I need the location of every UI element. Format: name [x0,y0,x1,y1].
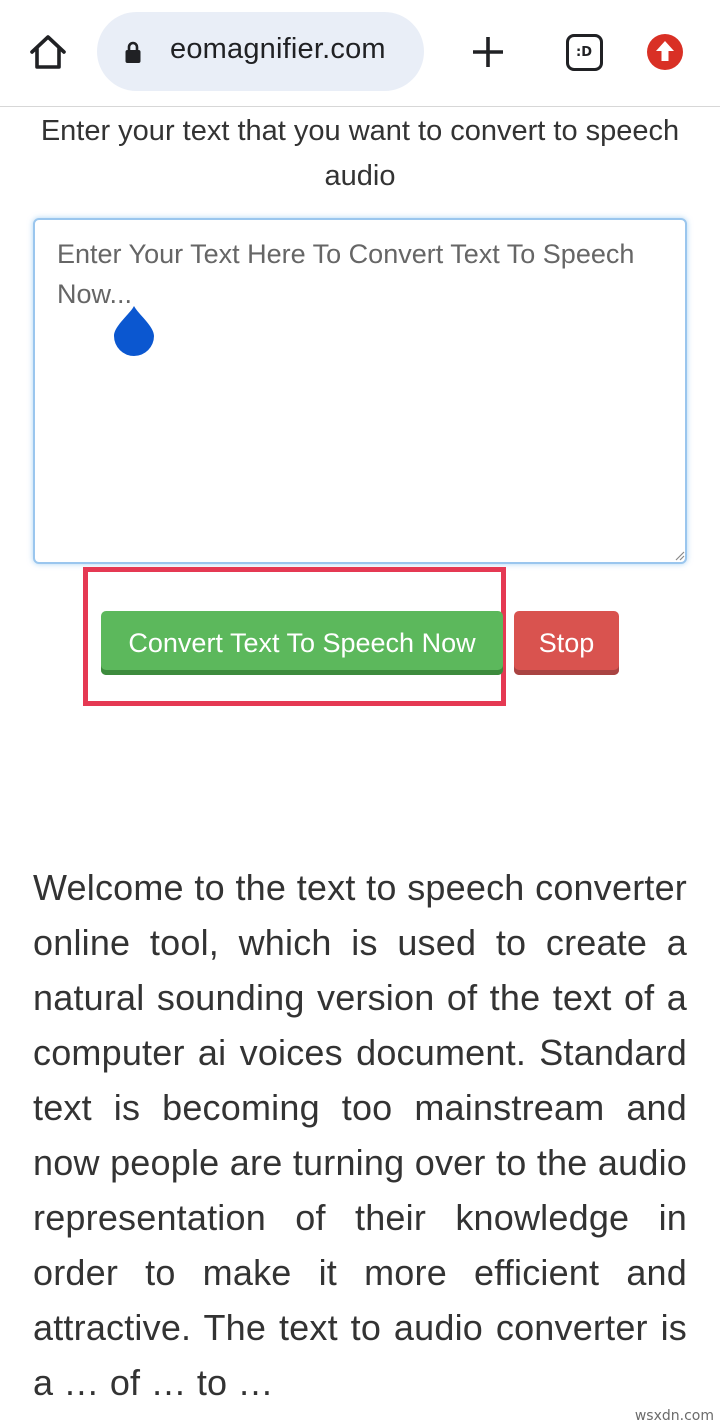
update-arrow-icon [647,34,683,70]
text-input-area[interactable] [33,218,687,564]
lock-icon [125,41,141,63]
browser-toolbar: eomagnifier.com :D [0,0,720,107]
tab-switcher-button[interactable]: :D [561,29,607,75]
text-cursor-handle[interactable] [112,304,156,356]
stop-button[interactable]: Stop [514,611,619,675]
home-icon [30,35,66,69]
update-button[interactable] [642,29,688,75]
resize-grip-icon[interactable] [673,549,685,561]
convert-text-to-speech-button[interactable]: Convert Text To Speech Now [101,611,503,675]
home-button[interactable] [22,27,74,77]
new-tab-button[interactable] [466,28,510,76]
watermark: wsxdn.com [634,1408,714,1424]
url-text: eomagnifier.com [170,33,386,65]
tab-switcher-icon: :D [565,33,603,71]
address-bar[interactable]: eomagnifier.com [97,12,424,91]
intro-text: Enter your text that you want to convert… [40,115,680,192]
plus-icon [473,37,503,67]
tab-count-label: :D [576,44,592,60]
welcome-paragraph: Welcome to the text to speech converter … [33,867,687,1403]
